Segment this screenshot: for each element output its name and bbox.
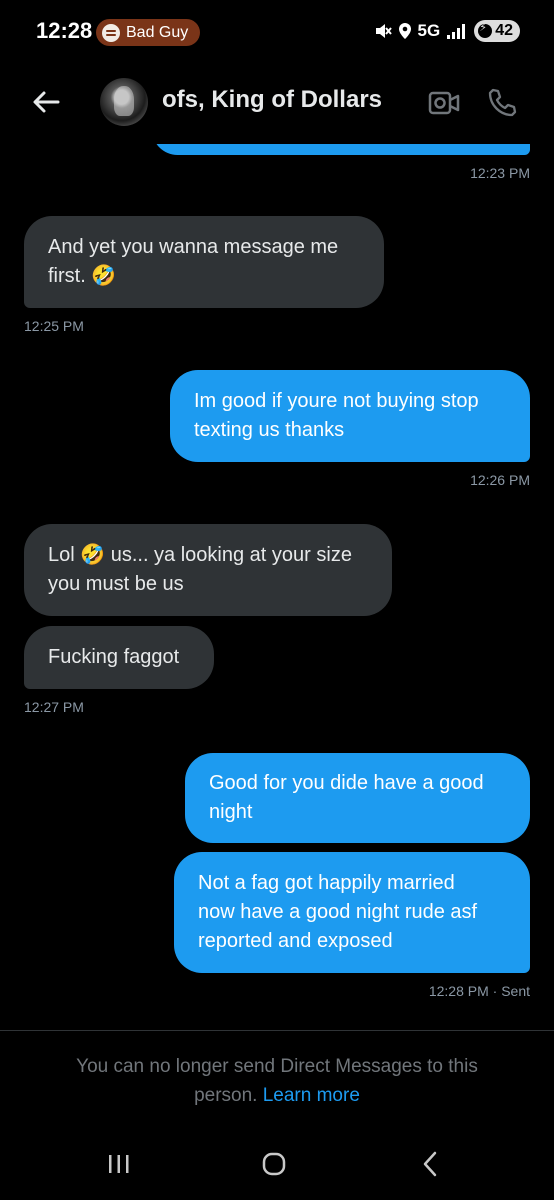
- notice-line-prefix: person.: [194, 1085, 263, 1106]
- message-text-line: first. 🤣: [48, 265, 117, 287]
- message-list[interactable]: 12:23 PM And yet you wanna message me fi…: [0, 144, 554, 1030]
- location-icon: [398, 23, 411, 39]
- notice-line: You can no longer send Direct Messages t…: [76, 1056, 478, 1077]
- mute-icon: [375, 24, 392, 38]
- status-bar: 12:28 Bad Guy 5G 42: [0, 0, 554, 64]
- avatar[interactable]: [100, 78, 148, 126]
- video-call-icon[interactable]: [428, 90, 460, 116]
- status-icons: 5G 42: [374, 20, 520, 42]
- back-arrow-icon[interactable]: [30, 86, 62, 118]
- message-bubble-outgoing[interactable]: Good for you dide have a good night: [185, 753, 530, 843]
- message-text-line: And yet you wanna message me: [48, 236, 339, 258]
- dm-restriction-notice: You can no longer send Direct Messages t…: [40, 1052, 514, 1110]
- message-bubble-outgoing[interactable]: Im good if youre not buying stop texting…: [170, 370, 530, 462]
- divider: [0, 1030, 554, 1031]
- battery-icon: 42: [474, 20, 520, 42]
- message-timestamp: 12:23 PM: [470, 165, 530, 181]
- learn-more-link[interactable]: Learn more: [263, 1085, 360, 1106]
- conversation-title[interactable]: ofs, King of Dollars: [162, 86, 382, 114]
- message-text-line: you must be us: [48, 573, 184, 595]
- message-text-line: reported and exposed: [198, 930, 393, 952]
- message-text-line: night: [209, 801, 253, 823]
- conversation-header: ofs, King of Dollars: [0, 64, 554, 144]
- message-text-line: Lol 🤣 us... ya looking at your size: [48, 544, 352, 566]
- message-bubble-incoming[interactable]: And yet you wanna message me first. 🤣: [24, 216, 384, 308]
- nav-recents-icon[interactable]: [106, 1152, 132, 1176]
- message-timestamp-sent: 12:28 PM · Sent: [428, 983, 530, 999]
- message-bubble-incoming[interactable]: Fucking faggot: [24, 626, 214, 689]
- message-text-line: texting us thanks: [194, 419, 345, 441]
- message-timestamp: 12:27 PM: [24, 699, 84, 715]
- nav-home-icon[interactable]: [262, 1152, 286, 1176]
- message-text-line: Im good if youre not buying stop: [194, 390, 479, 412]
- message-text-line: Not a fag got happily married: [198, 872, 455, 894]
- nav-back-icon[interactable]: [420, 1150, 440, 1178]
- status-time: 12:28: [36, 18, 93, 43]
- now-playing-pill[interactable]: Bad Guy: [96, 19, 201, 46]
- spotify-icon: [102, 23, 120, 42]
- system-nav-bar: [0, 1130, 554, 1200]
- battery-level: 42: [495, 22, 513, 39]
- charging-icon: [478, 21, 493, 38]
- message-text-line: Fucking faggot: [48, 646, 180, 668]
- notice-line: person. Learn more: [40, 1081, 514, 1110]
- message-text-line: now have a good night rude asf: [198, 901, 478, 923]
- network-label: 5G: [417, 21, 441, 40]
- message-bubble-outgoing[interactable]: Not a fag got happily married now have a…: [174, 852, 530, 973]
- now-playing-title: Bad Guy: [126, 23, 189, 41]
- message-text-line: Good for you dide have a good: [209, 772, 484, 794]
- message-bubble-incoming[interactable]: Lol 🤣 us... ya looking at your size you …: [24, 524, 392, 616]
- phone-icon[interactable]: [486, 87, 518, 119]
- message-timestamp: 12:25 PM: [24, 318, 84, 334]
- message-bubble-outgoing-partial[interactable]: [152, 144, 530, 155]
- signal-icon: [447, 23, 467, 39]
- message-timestamp: 12:26 PM: [470, 472, 530, 488]
